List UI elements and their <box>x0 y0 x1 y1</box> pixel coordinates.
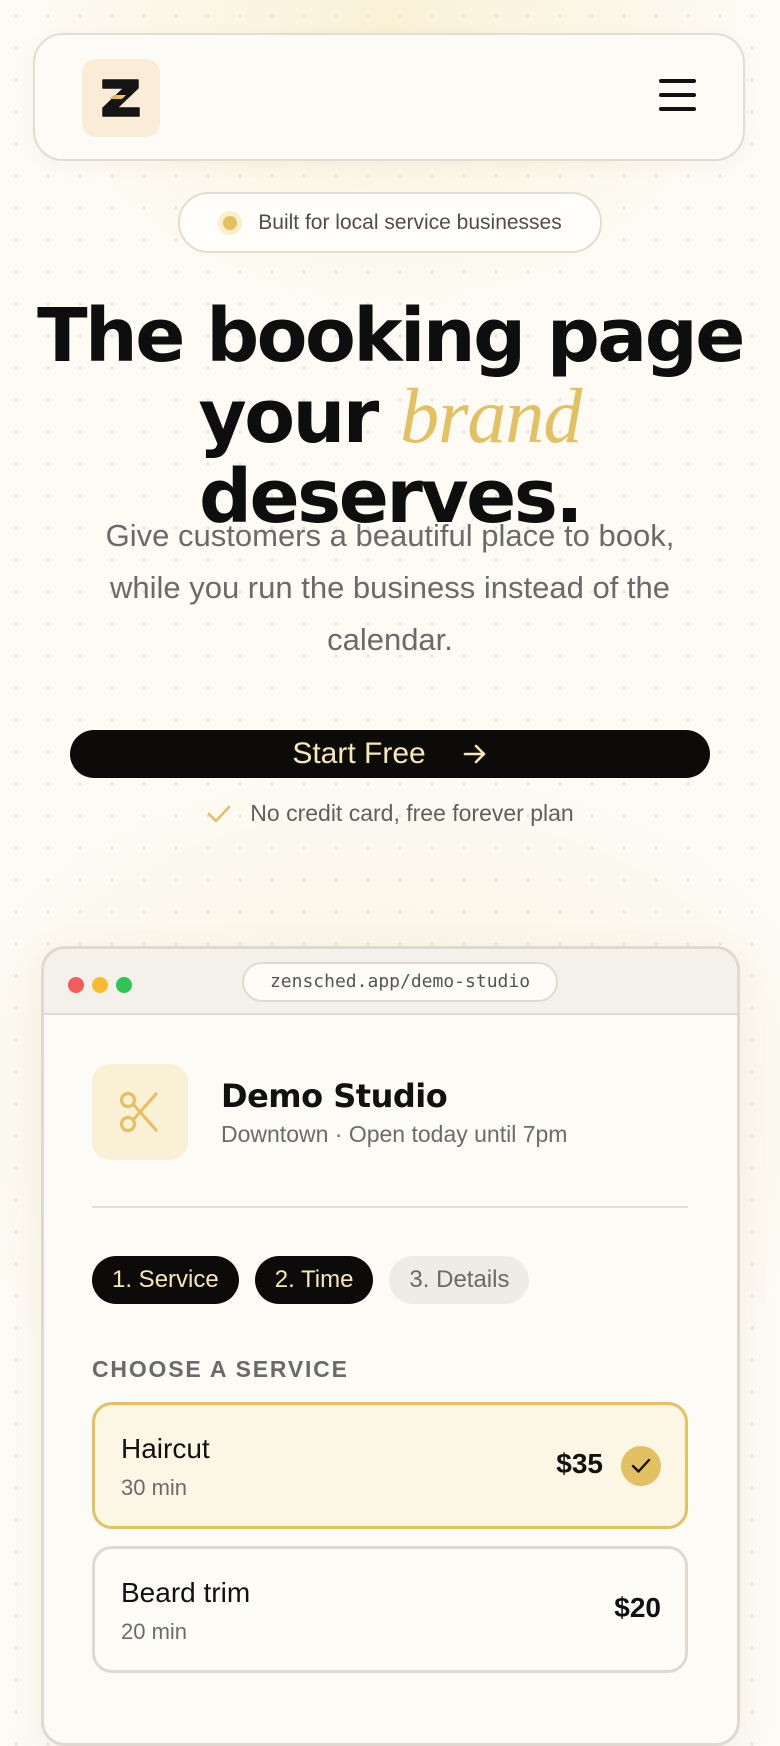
booking-preview-window: zensched.app/demo-studio Demo Studio Dow… <box>41 946 740 1746</box>
section-label: CHOOSE A SERVICE <box>92 1356 349 1382</box>
url-bar[interactable]: zensched.app/demo-studio <box>242 962 558 1002</box>
browser-toolbar: zensched.app/demo-studio <box>44 949 737 1015</box>
service-price: $35 <box>556 1448 603 1479</box>
service-name: Beard trim <box>121 1577 251 1608</box>
headline-line-1: The booking page <box>37 293 745 379</box>
cta-note: No credit card, free forever plan <box>0 800 780 827</box>
step-service[interactable]: 1. Service <box>92 1256 239 1304</box>
logo[interactable] <box>82 59 160 137</box>
service-duration: 30 min <box>121 1475 188 1500</box>
start-free-button[interactable]: Start Free <box>70 730 710 778</box>
service-option-beard-trim[interactable]: Beard trim 20 min $20 <box>92 1546 688 1673</box>
tagline-badge: Built for local service businesses <box>178 192 602 253</box>
site-header <box>33 33 745 161</box>
service-duration: 20 min <box>121 1619 188 1644</box>
zensched-logo-icon <box>102 79 140 117</box>
hamburger-menu-icon[interactable] <box>659 79 697 111</box>
badge-text: Built for local service businesses <box>258 210 562 234</box>
start-free-label: Start Free <box>292 737 426 770</box>
hero-subheadline: Give customers a beautiful place to book… <box>105 518 675 657</box>
arrow-right-icon <box>462 741 488 767</box>
business-name: Demo Studio <box>221 1077 448 1115</box>
maximize-dot-icon <box>116 977 132 993</box>
service-price: $20 <box>614 1592 661 1623</box>
minimize-dot-icon <box>92 977 108 993</box>
business-meta: Downtown · Open today until 7pm <box>221 1121 568 1147</box>
divider <box>92 1206 688 1208</box>
check-icon <box>206 803 232 825</box>
status-dot-icon <box>218 210 243 235</box>
scissors-icon <box>92 1064 188 1160</box>
step-details[interactable]: 3. Details <box>389 1256 530 1304</box>
headline-pre: your <box>198 374 380 460</box>
service-name: Haircut <box>121 1433 210 1464</box>
booking-steps: 1. Service 2. Time 3. Details <box>92 1256 530 1304</box>
cta-note-text: No credit card, free forever plan <box>250 800 574 826</box>
selected-check-icon <box>621 1446 661 1486</box>
hero-headline: The booking page your brand deserves. <box>0 296 780 537</box>
step-time[interactable]: 2. Time <box>254 1256 374 1304</box>
service-option-haircut[interactable]: Haircut 30 min $35 <box>92 1402 688 1529</box>
close-dot-icon <box>68 977 84 993</box>
headline-accent: brand <box>400 372 582 459</box>
